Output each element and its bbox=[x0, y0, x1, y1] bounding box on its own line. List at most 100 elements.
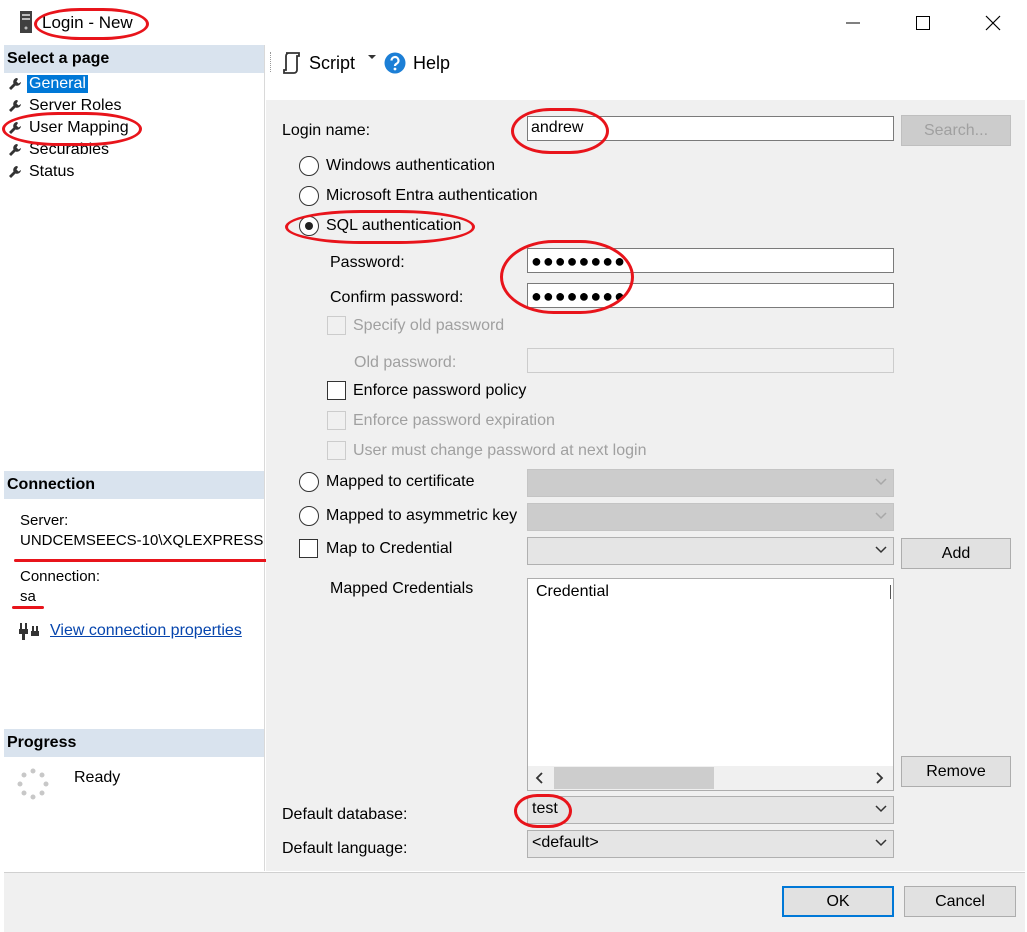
windows-auth-label: Windows authentication bbox=[326, 157, 495, 174]
left-pane: Select a page General Server Roles User … bbox=[4, 45, 265, 871]
password-input[interactable]: ●●●●●●●● bbox=[527, 248, 894, 273]
view-connection-properties-link[interactable]: View connection properties bbox=[50, 622, 242, 640]
credential-select[interactable] bbox=[527, 537, 894, 565]
entra-auth-radio[interactable] bbox=[299, 186, 319, 206]
login-name-label: Login name: bbox=[282, 122, 371, 139]
add-button[interactable]: Add bbox=[901, 538, 1011, 569]
wrench-icon bbox=[9, 166, 21, 178]
default-language-label: Default language: bbox=[282, 840, 408, 857]
nav-item-securables[interactable]: Securables bbox=[8, 139, 111, 161]
script-button[interactable]: Script bbox=[282, 52, 355, 74]
connection-value: sa bbox=[20, 588, 36, 605]
progress-heading: Progress bbox=[4, 729, 264, 757]
remove-button[interactable]: Remove bbox=[901, 756, 1011, 787]
chevron-down-icon bbox=[875, 805, 887, 813]
progress-status: Ready bbox=[74, 769, 121, 786]
minimize-button[interactable] bbox=[817, 0, 887, 44]
nav-item-label: Server Roles bbox=[29, 97, 122, 114]
specify-old-password-label: Specify old password bbox=[353, 317, 505, 334]
nav-item-server-roles[interactable]: Server Roles bbox=[8, 95, 123, 117]
map-credential-label: Map to Credential bbox=[326, 540, 453, 557]
mapped-credentials-list[interactable]: Credential bbox=[527, 578, 894, 791]
connection-label: Connection: bbox=[20, 568, 101, 585]
script-dropdown-button[interactable] bbox=[367, 52, 377, 62]
horizontal-scrollbar[interactable] bbox=[528, 766, 893, 790]
close-button[interactable] bbox=[957, 0, 1027, 44]
mapped-credentials-label: Mapped Credentials bbox=[330, 580, 474, 597]
close-icon bbox=[985, 15, 1001, 31]
cancel-button[interactable]: Cancel bbox=[904, 886, 1016, 917]
server-value: UNDCEMSEECS-10\XQLEXPRESS bbox=[20, 532, 264, 549]
search-button[interactable]: Search... bbox=[901, 115, 1011, 146]
select-page-heading: Select a page bbox=[4, 45, 264, 73]
title-bar: Login - New bbox=[0, 0, 1027, 44]
server-label: Server: bbox=[20, 512, 69, 529]
chevron-right-icon[interactable] bbox=[876, 772, 884, 784]
mapped-asym-key-label: Mapped to asymmetric key bbox=[326, 507, 518, 524]
must-change-label: User must change password at next login bbox=[353, 442, 647, 459]
confirm-password-input[interactable]: ●●●●●●●● bbox=[527, 283, 894, 308]
chevron-down-icon bbox=[875, 512, 887, 520]
default-database-select[interactable]: test bbox=[527, 796, 894, 824]
map-credential-checkbox[interactable] bbox=[299, 539, 318, 558]
scrollbar-thumb[interactable] bbox=[554, 767, 714, 789]
confirm-password-label: Confirm password: bbox=[330, 289, 464, 306]
wrench-icon bbox=[9, 78, 21, 90]
help-icon bbox=[384, 52, 406, 74]
enforce-policy-checkbox[interactable] bbox=[327, 381, 346, 400]
credential-column-header[interactable]: Credential bbox=[536, 583, 609, 601]
script-icon bbox=[283, 52, 300, 74]
chevron-down-icon bbox=[875, 478, 887, 486]
asymmetric-key-select[interactable] bbox=[527, 503, 894, 531]
chevron-down-icon bbox=[875, 546, 887, 554]
mapped-asym-key-radio[interactable] bbox=[299, 506, 319, 526]
nav-item-label: Securables bbox=[29, 141, 110, 158]
maximize-icon bbox=[916, 16, 930, 30]
mapped-certificate-label: Mapped to certificate bbox=[326, 473, 475, 490]
sql-auth-label: SQL authentication bbox=[326, 217, 462, 234]
nav-item-status[interactable]: Status bbox=[8, 161, 76, 183]
default-language-select[interactable]: <default> bbox=[527, 830, 894, 858]
default-database-label: Default database: bbox=[282, 806, 408, 823]
nav-item-label: User Mapping bbox=[29, 119, 129, 136]
column-separator[interactable] bbox=[890, 585, 891, 599]
default-language-value: <default> bbox=[532, 834, 599, 851]
server-icon bbox=[20, 11, 32, 33]
must-change-checkbox[interactable] bbox=[327, 441, 346, 460]
entra-auth-label: Microsoft Entra authentication bbox=[326, 187, 538, 204]
windows-auth-radio[interactable] bbox=[299, 156, 319, 176]
wrench-icon bbox=[9, 122, 21, 134]
wrench-icon bbox=[9, 100, 21, 112]
old-password-input[interactable] bbox=[527, 348, 894, 373]
script-label: Script bbox=[309, 52, 356, 73]
certificate-select[interactable] bbox=[527, 469, 894, 497]
nav-item-general[interactable]: General bbox=[8, 73, 88, 95]
default-database-value: test bbox=[532, 800, 558, 817]
nav-item-label: Status bbox=[29, 163, 75, 180]
wrench-icon bbox=[9, 144, 21, 156]
login-name-input[interactable]: andrew bbox=[527, 116, 894, 141]
maximize-button[interactable] bbox=[887, 0, 957, 44]
sql-auth-radio[interactable] bbox=[299, 216, 319, 236]
old-password-label: Old password: bbox=[354, 354, 457, 371]
help-label: Help bbox=[413, 52, 451, 73]
nav-item-label: General bbox=[27, 75, 88, 93]
mapped-certificate-radio[interactable] bbox=[299, 472, 319, 492]
enforce-expiration-label: Enforce password expiration bbox=[353, 412, 555, 429]
progress-spinner-icon bbox=[17, 768, 49, 800]
enforce-expiration-checkbox[interactable] bbox=[327, 411, 346, 430]
password-label: Password: bbox=[330, 254, 405, 271]
ok-button[interactable]: OK bbox=[782, 886, 894, 917]
minimize-icon bbox=[846, 22, 860, 24]
toolbar-grip bbox=[270, 52, 272, 72]
connection-heading: Connection bbox=[4, 471, 264, 499]
plug-icon bbox=[19, 623, 39, 640]
toolbar bbox=[266, 45, 1026, 99]
chevron-down-icon bbox=[875, 839, 887, 847]
specify-old-password-checkbox[interactable] bbox=[327, 316, 346, 335]
window-title: Login - New bbox=[42, 13, 133, 32]
nav-item-user-mapping[interactable]: User Mapping bbox=[8, 117, 131, 139]
chevron-left-icon[interactable] bbox=[535, 772, 543, 784]
help-button[interactable]: Help bbox=[384, 52, 450, 74]
enforce-policy-label: Enforce password policy bbox=[353, 382, 527, 399]
